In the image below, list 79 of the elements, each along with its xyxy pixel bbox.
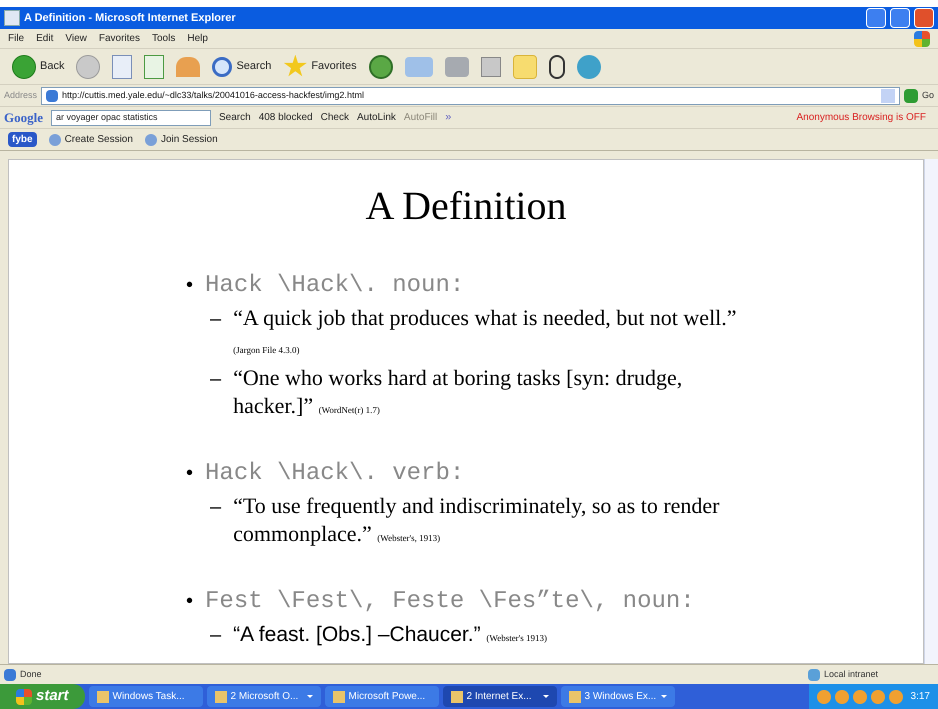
tray-icon[interactable]: [888, 690, 903, 704]
bullet: •: [186, 589, 194, 614]
toolbar-logo[interactable]: fybe: [8, 132, 37, 147]
start-button[interactable]: start: [0, 684, 85, 709]
tray-icon[interactable]: [834, 690, 849, 704]
page-icon[interactable]: [480, 56, 501, 76]
caret-icon: [306, 695, 313, 698]
minimize-button[interactable]: [866, 8, 886, 28]
window-icon: [214, 690, 227, 702]
search-field[interactable]: ar voyager opac statistics: [51, 110, 211, 126]
popup-blocker-button[interactable]: 408 blocked: [258, 110, 313, 125]
globe-icon: [144, 134, 157, 146]
anonymous-browsing-status[interactable]: Anonymous Browsing is OFF: [796, 110, 934, 125]
security-zone: Local intranet: [824, 668, 880, 681]
scrollbar[interactable]: [924, 159, 938, 664]
dash: –: [210, 623, 222, 648]
clock: 3:17: [910, 690, 930, 704]
definition: “To use frequently and indiscriminately, so as to render commonplace.” (Webster's, 1913): [233, 492, 721, 548]
menu-item[interactable]: View: [65, 31, 87, 46]
dash: –: [210, 367, 222, 392]
network-icon: [808, 668, 820, 680]
search-button[interactable]: Search: [219, 110, 251, 125]
term: Hack \Hack\. noun:: [205, 271, 464, 301]
window-icon: [568, 690, 581, 702]
refresh-icon[interactable]: [144, 54, 164, 78]
globe-icon: [48, 134, 61, 146]
stop-icon[interactable]: [112, 54, 132, 78]
window-icon: [450, 690, 463, 702]
taskbar-task[interactable]: 2 Internet Ex...: [442, 686, 557, 707]
go-button[interactable]: Go: [904, 88, 934, 102]
windows-logo-icon: [16, 688, 32, 704]
toolbar-button[interactable]: Search: [208, 50, 276, 82]
check-button[interactable]: Check: [320, 110, 349, 125]
menu-item[interactable]: Help: [187, 31, 208, 46]
definition: “A quick job that produces what is needed, but not well.” (Jargon File 4.3.0): [233, 304, 738, 357]
taskbar-task[interactable]: 3 Windows Ex...: [560, 686, 675, 707]
definition: “One who works hard at boring tasks [syn: drudge, hacker.]” (WordNet(r) 1.7): [233, 364, 684, 420]
autolink-button[interactable]: AutoLink: [356, 110, 396, 125]
tray-icon[interactable]: [816, 690, 831, 704]
menu-item[interactable]: Favorites: [98, 31, 140, 46]
magnifier-icon: [212, 56, 232, 76]
restore-button[interactable]: [890, 8, 910, 28]
more-button[interactable]: »: [445, 109, 452, 126]
session-button[interactable]: Join Session: [144, 132, 218, 147]
bullet: •: [186, 461, 194, 486]
taskbar-task[interactable]: Microsoft Powe...: [324, 686, 439, 707]
session-button[interactable]: Create Session: [48, 132, 133, 147]
definition: “A feast. [Obs.] –Chaucer.” (Webster's 1913): [233, 622, 548, 648]
window-icon: [96, 690, 109, 702]
dash: –: [210, 307, 222, 332]
caret-icon: [660, 695, 667, 698]
note-icon[interactable]: [512, 54, 537, 78]
close-button[interactable]: [914, 8, 934, 28]
page-icon: [4, 10, 20, 26]
status-text: Done: [20, 668, 43, 681]
toolbar-button[interactable]: Favorites: [279, 50, 361, 82]
page-icon: [4, 668, 16, 680]
tray-icon[interactable]: [870, 690, 885, 704]
tray-icon[interactable]: [852, 690, 867, 704]
address-field[interactable]: http://cuttis.med.yale.edu/~dlc33/talks/20041016-access-hackfest/img2.html: [41, 86, 900, 104]
bullet: •: [186, 273, 194, 298]
google-logo[interactable]: Google: [4, 108, 43, 128]
menu-item[interactable]: Tools: [152, 31, 176, 46]
page-icon: [46, 90, 58, 102]
window-title: A Definition - Microsoft Internet Explorer: [24, 10, 237, 26]
address-label: Address: [4, 88, 38, 102]
menu-item[interactable]: File: [8, 31, 24, 46]
windows-logo-icon: [914, 30, 930, 46]
menu-item[interactable]: Edit: [36, 31, 54, 46]
term: Fest \Fest\, Feste \Fes”te\, noun:: [205, 587, 695, 617]
slide-title: A Definition: [365, 182, 567, 230]
caret-icon: [542, 695, 549, 698]
people-icon[interactable]: [576, 54, 601, 78]
toolbar-button[interactable]: Back: [8, 50, 68, 82]
term: Hack \Hack\. verb:: [205, 459, 464, 489]
window-icon: [332, 690, 345, 702]
taskbar-task[interactable]: 2 Microsoft O...: [206, 686, 321, 707]
dash: –: [210, 495, 222, 520]
taskbar-task[interactable]: Windows Task...: [88, 686, 203, 707]
